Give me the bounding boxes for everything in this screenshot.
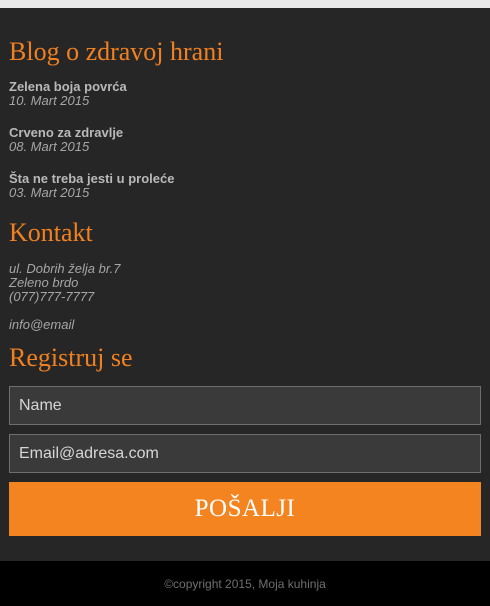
contact-section-title: Kontakt [9, 218, 93, 247]
footer: ©copyright 2015, Moja kuhinja [0, 561, 490, 606]
blog-post[interactable]: Zelena boja povrća 10. Mart 2015 [9, 80, 481, 108]
email-input[interactable] [9, 434, 481, 473]
register-section-title: Registruj se [9, 343, 133, 372]
contact-city: Zeleno brdo [9, 275, 79, 290]
copyright-text: ©copyright 2015, Moja kuhinja [164, 576, 326, 591]
main-content: Blog o zdravoj hrani Zelena boja povrća … [9, 8, 481, 536]
blog-post-list: Zelena boja povrća 10. Mart 2015 Crveno … [9, 80, 481, 200]
blog-post-date: 03. Mart 2015 [9, 185, 90, 200]
blog-post[interactable]: Crveno za zdravlje 08. Mart 2015 [9, 126, 481, 154]
send-button[interactable]: POŠALJI [9, 482, 481, 536]
blog-post-date: 08. Mart 2015 [9, 139, 90, 154]
name-input[interactable] [9, 386, 481, 425]
contact-info: ul. Dobrih želja br.7 Zeleno brdo (077)7… [9, 262, 481, 332]
blog-post[interactable]: Šta ne treba jesti u proleće 03. Mart 20… [9, 172, 481, 200]
top-strip [0, 0, 490, 8]
blog-post-title[interactable]: Šta ne treba jesti u proleće [9, 172, 481, 186]
blog-section-title: Blog o zdravoj hrani [9, 37, 224, 66]
blog-post-date: 10. Mart 2015 [9, 93, 90, 108]
register-form: POŠALJI [9, 386, 481, 536]
contact-address: ul. Dobrih želja br.7 [9, 261, 121, 276]
contact-phone: (077)777-7777 [9, 289, 95, 304]
blog-post-title[interactable]: Zelena boja povrća [9, 80, 481, 94]
blog-post-title[interactable]: Crveno za zdravlje [9, 126, 481, 140]
contact-email[interactable]: info@email [9, 318, 481, 332]
